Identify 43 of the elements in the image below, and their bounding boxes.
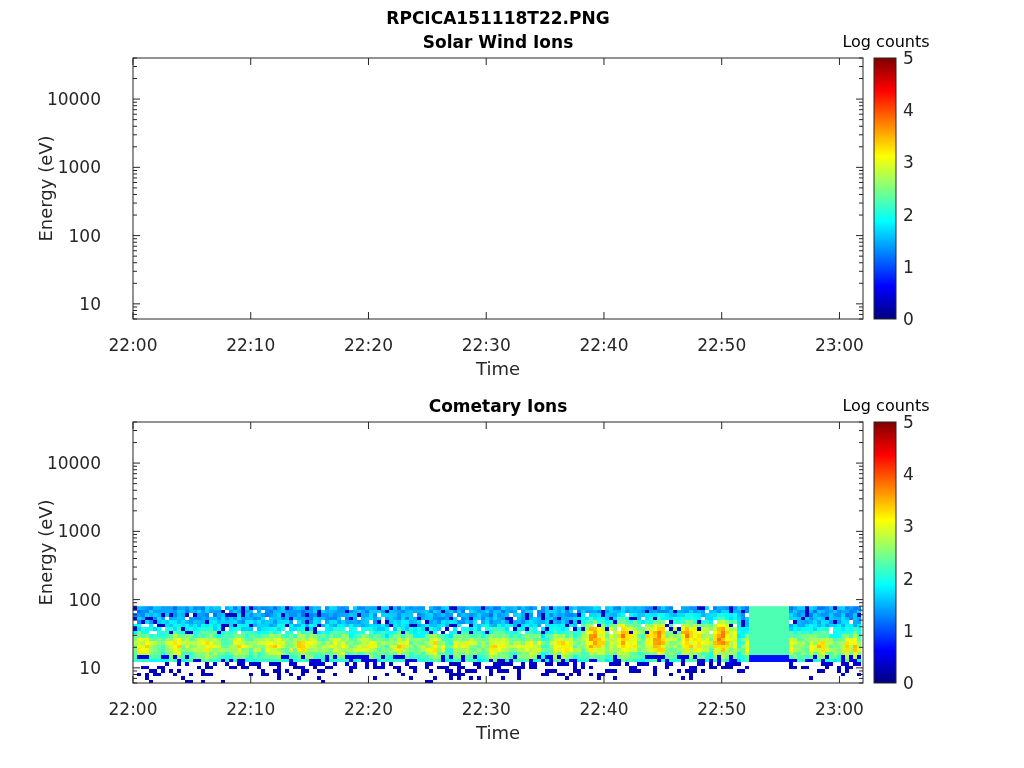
tick-label: 22:10 — [226, 699, 276, 719]
figure-title: RPCICA151118T22.PNG — [386, 8, 610, 30]
tick-label: 4 — [903, 100, 914, 121]
tick-label: 23:00 — [814, 335, 864, 355]
tick-label: 3 — [903, 152, 914, 173]
tick-label: 22:40 — [579, 335, 629, 355]
tick-label: 5 — [903, 48, 914, 68]
tick-label: 22:00 — [108, 335, 158, 355]
tick-label: 0 — [903, 673, 914, 693]
tick-label: 1000 — [57, 521, 101, 542]
tick-label: 10 — [79, 657, 101, 678]
tick-label: 22:50 — [697, 335, 747, 355]
tick-label: 22:20 — [344, 335, 393, 355]
tick-label: 22:50 — [697, 699, 747, 719]
chart-title: Solar Wind Ions — [422, 32, 574, 52]
axis-title: Energy (eV) — [35, 135, 56, 242]
tick-label: 2 — [903, 568, 914, 589]
tick-label: 1 — [903, 256, 914, 277]
tick-label: 2 — [903, 204, 914, 225]
tick-label: 22:10 — [226, 335, 276, 355]
tick-label: 100 — [68, 589, 101, 610]
chart-title: Cometary Ions — [428, 396, 568, 416]
tick-label: 1000 — [57, 157, 101, 178]
axis-title: Time — [475, 722, 521, 743]
colorbar-label: Log counts — [842, 396, 930, 415]
axis-title: Energy (eV) — [35, 499, 56, 606]
tick-label: 10000 — [46, 89, 101, 110]
tick-label: 10000 — [46, 453, 101, 474]
tick-label: 22:30 — [461, 699, 511, 719]
tick-label: 22:00 — [108, 699, 158, 719]
tick-label: 1 — [903, 620, 914, 641]
tick-label: 5 — [903, 412, 914, 432]
tick-label: 23:00 — [814, 699, 864, 719]
tick-label: 3 — [903, 516, 914, 537]
colorbar-label: Log counts — [842, 32, 930, 51]
tick-label: 100 — [68, 225, 101, 246]
axis-title: Time — [475, 358, 521, 379]
tick-label: 10 — [79, 293, 101, 314]
tick-label: 0 — [903, 309, 914, 329]
tick-label: 22:40 — [579, 699, 629, 719]
tick-label: 4 — [903, 464, 914, 485]
tick-label: 22:30 — [461, 335, 511, 355]
tick-label: 22:20 — [344, 699, 393, 719]
